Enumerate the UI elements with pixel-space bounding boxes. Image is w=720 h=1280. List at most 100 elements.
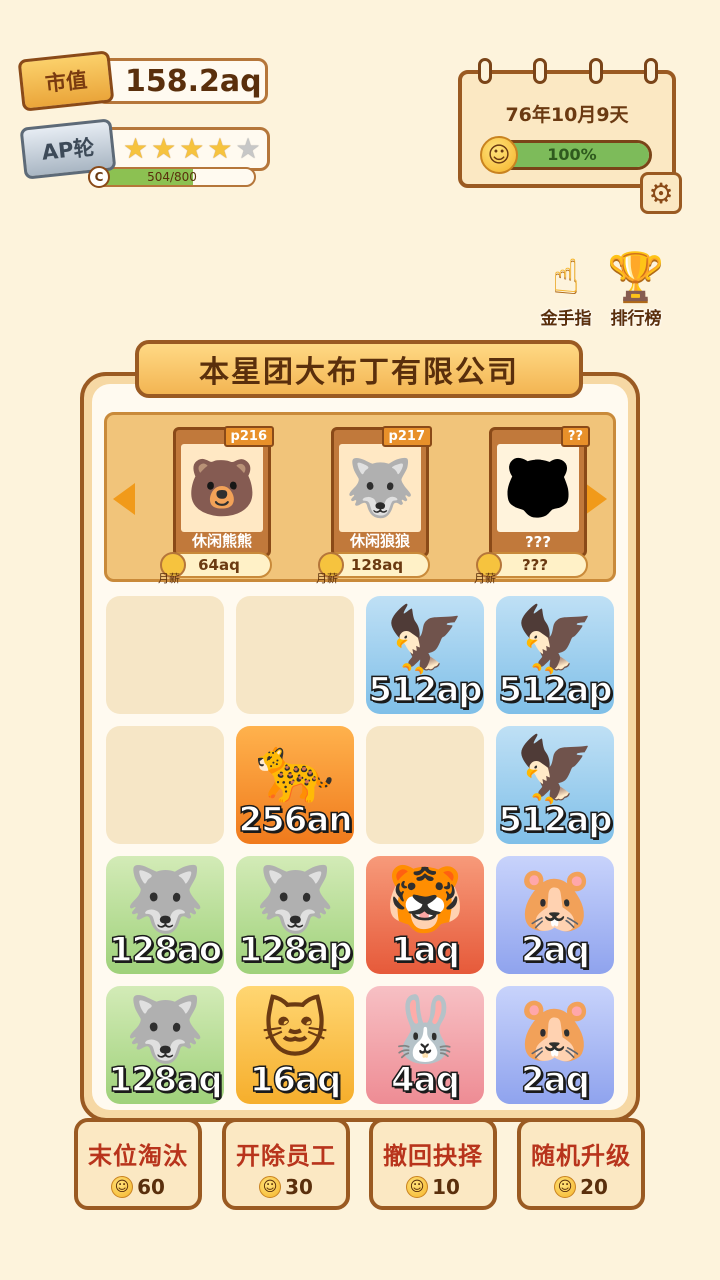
gold-finger-button[interactable]: ☝ 金手指 bbox=[534, 248, 598, 329]
gold-finger-label: 金手指 bbox=[540, 309, 592, 329]
eliminate-last-button[interactable]: 末位淘汰 ☺ 60 bbox=[74, 1118, 202, 1210]
employee-card[interactable]: 🐺 p217 休闲狼狼 bbox=[331, 426, 432, 557]
salary-badge: 月薪 128aq bbox=[316, 552, 430, 585]
gear-icon: ⚙ bbox=[648, 176, 674, 210]
happiness-value: 100% bbox=[547, 145, 597, 164]
ring-icon bbox=[643, 58, 658, 84]
bear-icon: 🐻 bbox=[181, 444, 263, 532]
salary-period: 月薪 bbox=[474, 572, 496, 585]
employee-tag: ?? bbox=[560, 426, 590, 447]
empty-cell[interactable] bbox=[366, 726, 484, 844]
smiley-icon: ☺ bbox=[111, 1176, 134, 1198]
tile-level: 128ao bbox=[108, 929, 223, 971]
funding-progress-text: 504/800 bbox=[147, 170, 197, 184]
employee-name: 休闲熊熊 bbox=[191, 532, 252, 550]
market-value-panel: 市值 158.2aq bbox=[17, 50, 268, 112]
trophy-icon: 🏆 bbox=[607, 249, 665, 303]
ring-icon bbox=[533, 58, 548, 84]
employee-tile-wolf[interactable]: 🐺 128aq bbox=[106, 986, 224, 1104]
rabbit-icon: 🐰 bbox=[385, 993, 465, 1067]
salary-period: 月薪 bbox=[316, 572, 338, 585]
employee-tile-wolf[interactable]: 🐺 128ao bbox=[106, 856, 224, 974]
tile-level: 512ap bbox=[498, 799, 614, 841]
employee-tile-leopard[interactable]: 🐆 256an bbox=[236, 726, 354, 844]
ring-icon bbox=[478, 58, 492, 84]
cost-value: 30 bbox=[285, 1175, 313, 1199]
salary-badge: 月薪 64aq bbox=[158, 552, 272, 585]
market-value-badge: 市值 bbox=[17, 50, 115, 112]
action-label: 末位淘汰 bbox=[88, 1142, 188, 1170]
previous-arrow-icon[interactable] bbox=[113, 483, 135, 515]
tile-level: 128ap bbox=[238, 929, 354, 971]
cat-icon: 🐱 bbox=[261, 993, 329, 1067]
leopard-icon: 🐆 bbox=[255, 733, 335, 807]
action-label: 随机升级 bbox=[531, 1142, 631, 1170]
action-cost: ☺ 60 bbox=[78, 1175, 198, 1199]
salary-value: ??? bbox=[521, 556, 549, 574]
eagle-icon: 🦅 bbox=[515, 733, 595, 807]
salary-value: 128aq bbox=[350, 556, 404, 574]
ranking-label: 排行榜 bbox=[610, 309, 662, 329]
salary-value: 64aq bbox=[198, 556, 240, 574]
hamster-icon: 🐹 bbox=[515, 863, 595, 937]
undo-choice-button[interactable]: 撤回抉择 ☺ 10 bbox=[369, 1118, 497, 1210]
star-empty-icon: ★ bbox=[235, 132, 261, 165]
star-rating: ★ ★ ★ ★ ★ bbox=[100, 127, 270, 171]
settings-button[interactable]: ⚙ bbox=[640, 172, 682, 214]
empty-cell[interactable] bbox=[106, 596, 224, 714]
eagle-icon: 🦅 bbox=[385, 603, 465, 677]
action-label: 撤回抉择 bbox=[383, 1142, 483, 1170]
eagle-icon: 🦅 bbox=[515, 603, 595, 677]
action-cost: ☺ 20 bbox=[521, 1175, 641, 1199]
cost-value: 10 bbox=[432, 1175, 460, 1199]
market-value: 158.2aq bbox=[96, 58, 268, 104]
employee-tile-eagle[interactable]: 🦅 512ap bbox=[496, 596, 614, 714]
employee-card-locked[interactable]: 🐯 ?? ??? bbox=[489, 426, 590, 557]
salary-badge: 月薪 ??? bbox=[474, 552, 588, 585]
empty-cell[interactable] bbox=[236, 596, 354, 714]
action-cost: ☺ 10 bbox=[373, 1175, 493, 1199]
pointing-hand-icon: ☝ bbox=[551, 249, 580, 303]
hamster-icon: 🐹 bbox=[515, 993, 595, 1067]
smiley-icon: ☺ bbox=[406, 1176, 429, 1198]
employee-name: 休闲狼狼 bbox=[349, 532, 410, 550]
employee-tag: p216 bbox=[223, 426, 274, 447]
employee-tile-rabbit[interactable]: 🐰 4aq bbox=[366, 986, 484, 1104]
grade-badge: C bbox=[88, 166, 110, 188]
employee-tile-eagle[interactable]: 🦅 512ap bbox=[496, 726, 614, 844]
action-label: 开除员工 bbox=[236, 1142, 336, 1170]
empty-cell[interactable] bbox=[106, 726, 224, 844]
next-arrow-icon[interactable] bbox=[585, 483, 607, 515]
fire-employee-button[interactable]: 开除员工 ☺ 30 bbox=[222, 1118, 350, 1210]
random-upgrade-button[interactable]: 随机升级 ☺ 20 bbox=[517, 1118, 645, 1210]
action-cost: ☺ 30 bbox=[226, 1175, 346, 1199]
employee-tile-hamster[interactable]: 🐹 2aq bbox=[496, 856, 614, 974]
cost-value: 60 bbox=[137, 1175, 165, 1199]
smiley-icon: ☺ bbox=[480, 136, 518, 174]
tile-level: 2aq bbox=[520, 929, 590, 971]
employee-card[interactable]: 🐻 p216 休闲熊熊 bbox=[173, 426, 274, 557]
employee-tile-tiger[interactable]: 🐯 1aq bbox=[366, 856, 484, 974]
salary-period: 月薪 bbox=[158, 572, 180, 585]
star-filled-icon: ★ bbox=[179, 132, 205, 165]
tile-level: 4aq bbox=[390, 1059, 460, 1101]
tile-level: 512ap bbox=[498, 669, 614, 711]
smiley-icon: ☺ bbox=[259, 1176, 282, 1198]
wolf-icon: 🐺 bbox=[125, 863, 205, 937]
employee-tile-hamster[interactable]: 🐹 2aq bbox=[496, 986, 614, 1104]
cost-value: 20 bbox=[580, 1175, 608, 1199]
calendar-rings bbox=[478, 58, 658, 84]
wolf-icon: 🐺 bbox=[339, 444, 421, 532]
smiley-icon: ☺ bbox=[554, 1176, 577, 1198]
calendar-panel: 76年10月9天 100% ☺ bbox=[458, 70, 676, 188]
funding-progress-bar: 504/800 bbox=[88, 167, 256, 187]
company-title: 本星团大布丁有限公司 bbox=[135, 340, 583, 398]
tile-level: 16aq bbox=[249, 1059, 342, 1101]
ranking-button[interactable]: 🏆 排行榜 bbox=[604, 248, 668, 329]
employee-tile-wolf[interactable]: 🐺 128ap bbox=[236, 856, 354, 974]
ring-icon bbox=[588, 58, 603, 84]
employee-name: ??? bbox=[524, 533, 552, 551]
employee-tile-eagle[interactable]: 🦅 512ap bbox=[366, 596, 484, 714]
wolf-icon: 🐺 bbox=[255, 863, 335, 937]
employee-tile-cat[interactable]: 🐱 16aq bbox=[236, 986, 354, 1104]
